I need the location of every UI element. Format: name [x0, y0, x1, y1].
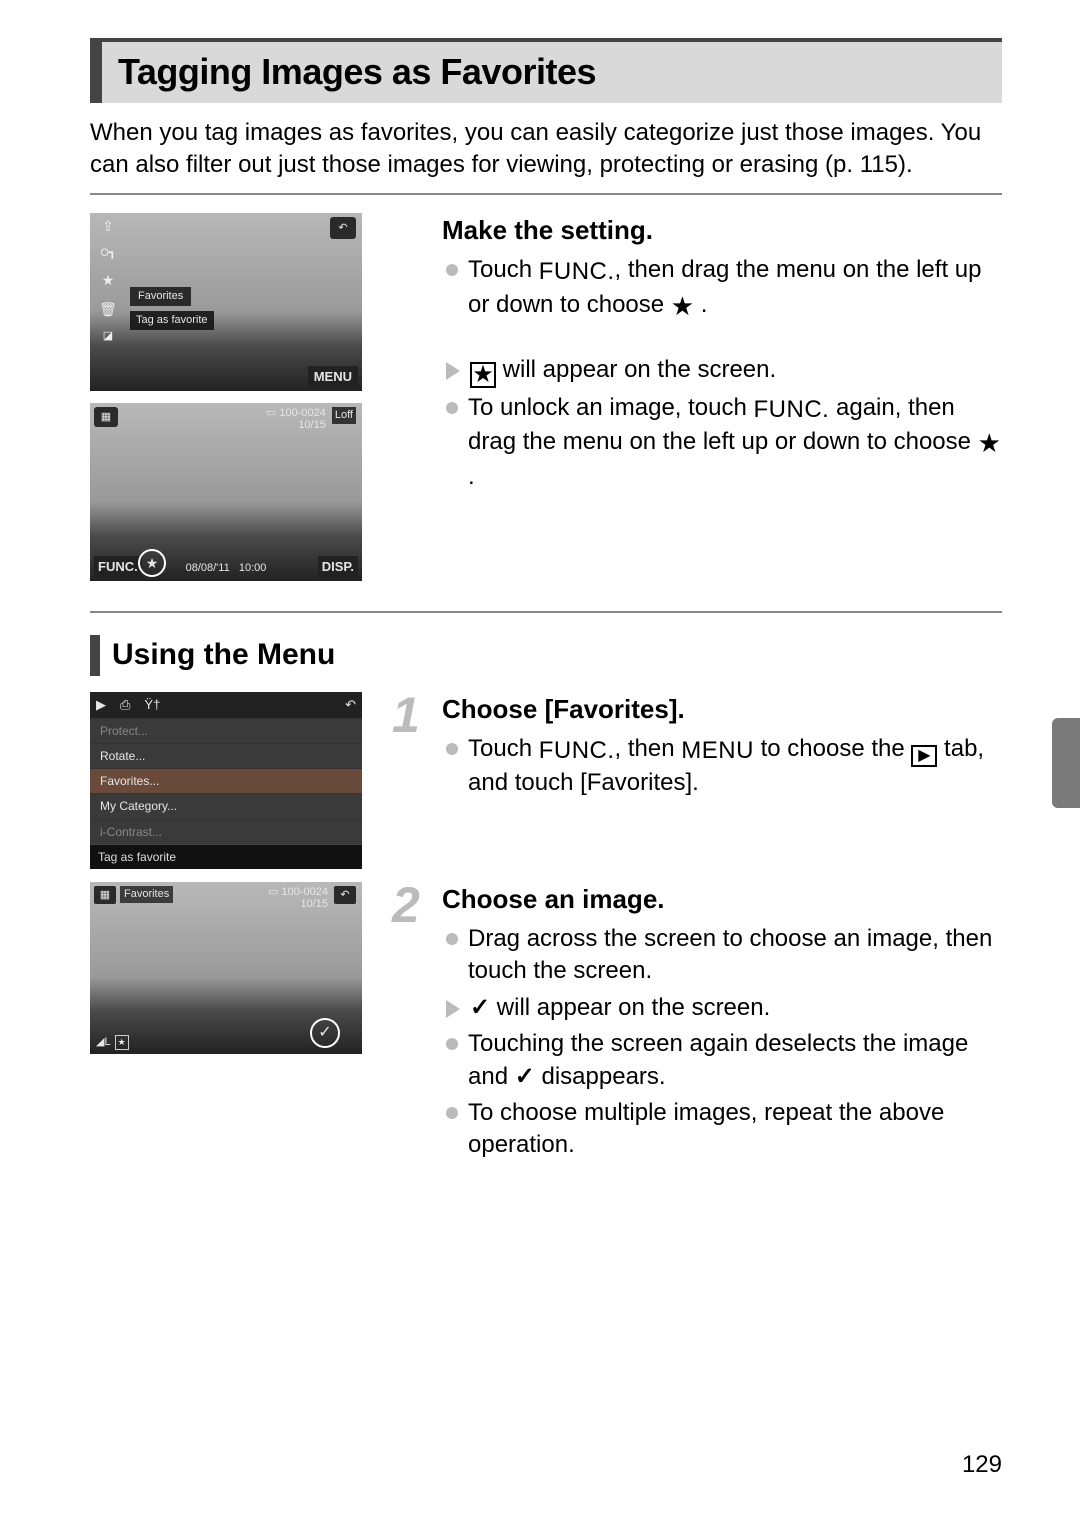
print-tab-icon: ⎙ — [120, 696, 130, 714]
image-counter: 10/15 — [266, 419, 326, 431]
play-tab-icon: ▶ — [911, 745, 937, 767]
date-label: 08/08/'11 — [186, 562, 230, 574]
bullet-icon — [446, 264, 458, 276]
page-title-bar: Tagging Images as Favorites — [90, 38, 1002, 103]
star-icon: ★ — [978, 428, 1001, 458]
favorites-title: Favorites — [120, 886, 173, 903]
instruction-column: 1 Choose [Favorites]. Touch FUNC., then … — [398, 692, 1002, 804]
page-title: Tagging Images as Favorites — [118, 48, 996, 97]
loff-label: Loff — [332, 407, 356, 424]
step-heading: Choose [Favorites]. — [442, 692, 1002, 727]
tools-tab-icon: Ÿ† — [144, 696, 160, 714]
sub-heading: Using the Menu — [90, 635, 1002, 676]
func-chip: FUNC. — [539, 735, 615, 767]
triangle-icon — [446, 1000, 460, 1018]
check-circle-icon: ✓ — [310, 1018, 340, 1048]
intro-text: When you tag images as favorites, you ca… — [90, 117, 1002, 182]
menu-item: My Category... — [90, 793, 362, 818]
star-icon: ★ — [102, 271, 115, 290]
menu-caption: Tag as favorite — [90, 844, 362, 869]
back-icon: ↶ — [345, 696, 356, 714]
bullet-icon — [446, 933, 458, 945]
category-icon: ◪ — [103, 329, 113, 344]
grid-icon: ▦ — [94, 407, 118, 427]
star-box-icon: ★ — [115, 1035, 129, 1049]
result-item: ★ will appear on the screen. — [446, 354, 1002, 388]
menu-item: Protect... — [90, 718, 362, 743]
step-2-row: ▦ Favorites ▭ 100-0024 10/15 ↶ ◢L ★ ✓ 2 … — [90, 882, 1002, 1166]
tag-label: Tag as favorite — [130, 311, 214, 330]
play-tab-icon: ▶ — [96, 696, 106, 714]
bullet-icon — [446, 1107, 458, 1119]
star-box-icon: ★ — [470, 362, 496, 388]
page-number: 129 — [962, 1449, 1002, 1481]
bullet-item: To choose multiple images, repeat the ab… — [446, 1097, 1002, 1162]
separator — [90, 193, 1002, 195]
section-edge-tab — [1052, 718, 1080, 808]
menu-item: Rotate... — [90, 743, 362, 768]
screenshot-column: ⇪ O┓ ★ 🗑 ◪ ↶ Favorites Tag as favorite M… — [90, 213, 380, 593]
folder-number: 100-0024 — [279, 407, 326, 419]
back-icon: ↶ — [330, 217, 356, 239]
disp-label: DISP. — [318, 556, 358, 578]
card-icon: ▭ — [266, 407, 276, 419]
bullet-item: To unlock an image, touch FUNC. again, t… — [446, 392, 1002, 494]
step-number: 2 — [392, 872, 420, 940]
grid-icon: ▦ — [94, 886, 116, 904]
check-icon: ✓ — [515, 1063, 535, 1090]
menu-chip: MENU — [681, 735, 754, 767]
favorites-label: Favorites — [130, 287, 191, 306]
result-item: ✓ will appear on the screen. — [446, 992, 1002, 1024]
check-icon: ✓ — [470, 994, 490, 1021]
step-1-row: ▶ ⎙ Ÿ† ↶ Protect... Rotate... Favorites.… — [90, 692, 1002, 864]
size-icon: ◢L — [96, 1035, 111, 1050]
screenshot-favorites-select: ▦ Favorites ▭ 100-0024 10/15 ↶ ◢L ★ ✓ — [90, 882, 362, 1054]
func-chip: FUNC. — [754, 394, 830, 426]
screenshot-playback: ▦ ▭ 100-0024 10/15 Loff FUNC. ★ 08/08/'1… — [90, 403, 362, 581]
screenshot-column: ▶ ⎙ Ÿ† ↶ Protect... Rotate... Favorites.… — [90, 692, 380, 864]
screenshot-column: ▦ Favorites ▭ 100-0024 10/15 ↶ ◢L ★ ✓ — [90, 882, 380, 1066]
trash-icon: 🗑 — [99, 300, 117, 319]
folder-number: 100-0024 — [282, 886, 329, 898]
star-icon: ★ — [671, 291, 694, 321]
menu-item: i-Contrast... — [90, 819, 362, 844]
image-counter: 10/15 — [268, 898, 328, 910]
instruction-column: 2 Choose an image. Drag across the scree… — [398, 882, 1002, 1166]
back-icon: ↶ — [334, 886, 356, 904]
step-number: 1 — [392, 682, 420, 750]
instruction-column: Make the setting. Touch FUNC., then drag… — [398, 213, 1002, 497]
bullet-item: Drag across the screen to choose an imag… — [446, 923, 1002, 988]
bullet-icon — [446, 743, 458, 755]
bullet-icon — [446, 1038, 458, 1050]
key-icon: O┓ — [100, 246, 115, 261]
separator — [90, 611, 1002, 613]
bullet-item: Touch FUNC., then drag the menu on the l… — [446, 254, 1002, 323]
step-heading: Make the setting. — [442, 213, 1002, 248]
menu-label: MENU — [308, 366, 358, 388]
menu-item-selected: Favorites... — [90, 768, 362, 793]
step-heading: Choose an image. — [442, 882, 1002, 917]
func-chip: FUNC. — [539, 256, 615, 288]
section-make-setting: ⇪ O┓ ★ 🗑 ◪ ↶ Favorites Tag as favorite M… — [90, 213, 1002, 593]
bullet-icon — [446, 402, 458, 414]
triangle-icon — [446, 362, 460, 380]
time-label: 10:00 — [239, 562, 267, 574]
screenshot-menu-list: ▶ ⎙ Ÿ† ↶ Protect... Rotate... Favorites.… — [90, 692, 362, 852]
screenshot-func-menu: ⇪ O┓ ★ 🗑 ◪ ↶ Favorites Tag as favorite M… — [90, 213, 362, 391]
bullet-item: Touch FUNC., then MENU to choose the ▶ t… — [446, 733, 1002, 800]
bullet-item: Touching the screen again deselects the … — [446, 1028, 1002, 1093]
card-icon: ▭ — [268, 886, 278, 898]
upload-icon: ⇪ — [102, 217, 114, 236]
